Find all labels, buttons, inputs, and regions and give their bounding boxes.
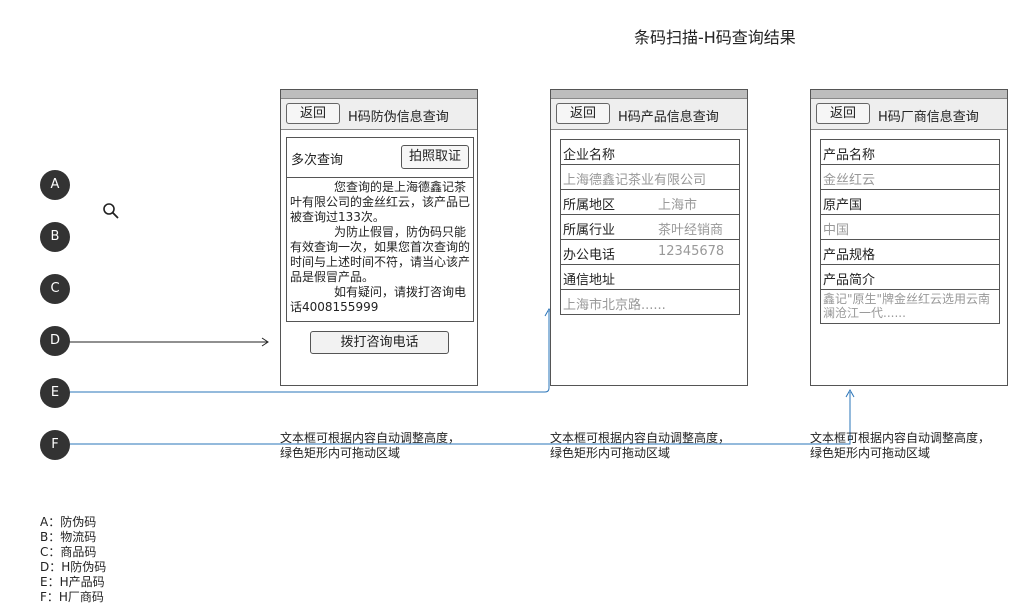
legend-item: C：商品码: [40, 545, 97, 559]
status-bar: [551, 90, 747, 99]
list-item: 上海德鑫记茶业有限公司: [561, 165, 739, 190]
search-icon[interactable]: [102, 202, 120, 220]
multi-query-box: 多次查询 拍照取证: [286, 137, 474, 178]
field-value: 12345678: [658, 244, 725, 259]
company-info-list: 企业名称 上海德鑫记茶业有限公司 所属地区 上海市 所属行业 茶叶经销商 办公电…: [560, 139, 740, 315]
phone-manufacturer-info: 返回 H码厂商信息查询 产品名称 金丝红云 原产国 中国 产品规格 产品简介 鑫…: [810, 89, 1008, 386]
field-value: 上海市北京路......: [563, 298, 666, 313]
photo-evidence-button[interactable]: 拍照取证: [401, 145, 469, 169]
field-value: 上海市: [658, 198, 698, 213]
field-label: 企业名称: [563, 148, 616, 163]
list-item: 所属行业 茶叶经销商: [561, 215, 739, 240]
phone-header: 返回 H码产品信息查询: [551, 99, 747, 130]
legend-item: E：H产品码: [40, 575, 105, 589]
phone-anticounterfeit: 返回 H码防伪信息查询 多次查询 拍照取证 您查询的是上海德鑫记茶叶有限公司的金…: [280, 89, 478, 386]
field-label: 所属行业: [563, 223, 616, 238]
phone-header: 返回 H码防伪信息查询: [281, 99, 477, 130]
back-button[interactable]: 返回: [286, 103, 340, 124]
call-hotline-button[interactable]: 拨打咨询电话: [310, 331, 449, 354]
field-value: 金丝红云: [823, 173, 876, 188]
field-label: 原产国: [823, 198, 863, 213]
annotation-note: 文本框可根据内容自动调整高度， 绿色矩形内可拖动区域: [280, 431, 460, 461]
circle-f: F: [40, 430, 70, 460]
list-item: 所属地区 上海市: [561, 190, 739, 215]
field-value: 上海德鑫记茶业有限公司: [563, 173, 707, 188]
field-value: 中国: [823, 223, 850, 238]
product-info-list: 产品名称 金丝红云 原产国 中国 产品规格 产品简介 鑫记"原生"牌金丝红云选用…: [820, 139, 1000, 324]
legend-item: B：物流码: [40, 530, 97, 544]
legend-item: D：H防伪码: [40, 560, 107, 574]
annotation-note: 文本框可根据内容自动调整高度， 绿色矩形内可拖动区域: [550, 431, 730, 461]
list-item: 金丝红云: [821, 165, 999, 190]
list-item: 中国: [821, 215, 999, 240]
field-label: 所属地区: [563, 198, 616, 213]
list-item: 上海市北京路......: [561, 290, 739, 315]
list-item: 鑫记"原生"牌金丝红云选用云南澜沧江一代......: [821, 290, 999, 324]
legend-item: A：防伪码: [40, 515, 97, 529]
circle-d: D: [40, 326, 70, 356]
field-label: 产品名称: [823, 148, 876, 163]
list-item: 通信地址: [561, 265, 739, 290]
back-button[interactable]: 返回: [556, 103, 610, 124]
list-item: 产品名称: [821, 140, 999, 165]
list-item: 产品规格: [821, 240, 999, 265]
multi-query-label: 多次查询: [291, 153, 344, 168]
legend-item: F：H厂商码: [40, 590, 104, 604]
field-value: 茶叶经销商: [658, 223, 724, 238]
note-line: 绿色矩形内可拖动区域: [810, 446, 931, 460]
result-paragraph: 您查询的是上海德鑫记茶叶有限公司的金丝红云，该产品已被查询过133次。: [290, 180, 471, 224]
phone-product-info: 返回 H码产品信息查询 企业名称 上海德鑫记茶业有限公司 所属地区 上海市 所属…: [550, 89, 748, 386]
circle-a: A: [40, 170, 70, 200]
note-line: 文本框可根据内容自动调整高度，: [810, 431, 991, 445]
header-title: H码产品信息查询: [618, 110, 719, 125]
warning-paragraph: 为防止假冒，防伪码只能有效查询一次，如果您首次查询的时间与上述时间不符，请当心该…: [290, 225, 471, 284]
note-line: 绿色矩形内可拖动区域: [550, 446, 671, 460]
annotation-note: 文本框可根据内容自动调整高度， 绿色矩形内可拖动区域: [810, 431, 990, 461]
field-label: 产品简介: [823, 273, 876, 288]
page-title: 条码扫描-H码查询结果: [634, 28, 796, 47]
phone-header: 返回 H码厂商信息查询: [811, 99, 1007, 130]
note-line: 文本框可根据内容自动调整高度，: [280, 431, 461, 445]
header-title: H码防伪信息查询: [348, 110, 449, 125]
contact-paragraph: 如有疑问，请拨打咨询电话4008155999: [290, 285, 467, 314]
circle-b: B: [40, 222, 70, 252]
list-item: 办公电话 12345678: [561, 240, 739, 265]
circle-c: C: [40, 274, 70, 304]
header-title: H码厂商信息查询: [878, 110, 979, 125]
status-bar: [281, 90, 477, 99]
field-label: 办公电话: [563, 248, 616, 263]
circle-e: E: [40, 378, 70, 408]
field-label: 产品规格: [823, 248, 876, 263]
status-bar: [811, 90, 1007, 99]
back-button[interactable]: 返回: [816, 103, 870, 124]
query-result-text: 您查询的是上海德鑫记茶叶有限公司的金丝红云，该产品已被查询过133次。 为防止假…: [286, 177, 474, 322]
field-value: 鑫记"原生"牌金丝红云选用云南澜沧江一代......: [823, 292, 991, 320]
list-item: 产品简介: [821, 265, 999, 290]
list-item: 原产国: [821, 190, 999, 215]
note-line: 绿色矩形内可拖动区域: [280, 446, 401, 460]
list-item: 企业名称: [561, 140, 739, 165]
legend: A：防伪码 B：物流码 C：商品码 D：H防伪码 E：H产品码 F：H厂商码: [40, 515, 106, 605]
field-label: 通信地址: [563, 273, 616, 288]
note-line: 文本框可根据内容自动调整高度，: [550, 431, 731, 445]
